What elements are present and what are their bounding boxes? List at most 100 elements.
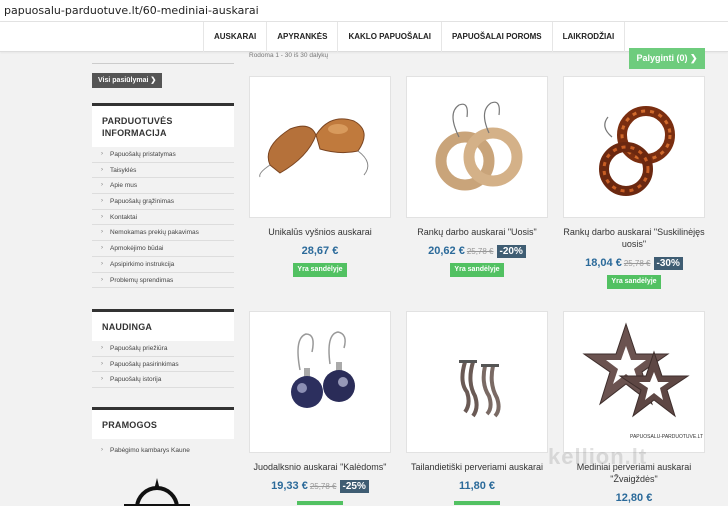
link-label: Papuošalų pasirinkimas (110, 360, 179, 368)
sidebar-fun-block: PRAMOGOS › Pabėgimo kambarys Kaune (92, 407, 234, 459)
link-label: Kontaktai (110, 213, 138, 221)
sidebar-link[interactable]: › Papuošalų pristatymas (92, 147, 234, 163)
top-navigation: AUSKARAI APYRANKĖS KAKLO PAPUOŠALAI PAPU… (0, 22, 728, 52)
link-label: Apmokėjimo būdai (110, 245, 164, 253)
chevron-right-icon: › (101, 182, 103, 189)
thai-horn-earrings-image (459, 360, 501, 418)
product-price: 18,04 € (585, 257, 622, 269)
chevron-right-icon: › (101, 260, 103, 267)
sidebar-useful-block: NAUDINGA › Papuošalų priežiūra › Papuošalų… (92, 309, 234, 389)
sidebar-link[interactable]: › Papuošalų grąžinimas (92, 194, 234, 210)
chevron-right-icon: › (101, 198, 103, 205)
product-image[interactable] (406, 76, 548, 218)
product-card[interactable]: Rankų darbo auskarai "Suskilinėjęs uosis… (563, 76, 705, 289)
product-price: 12,80 € (615, 492, 653, 504)
in-stock-badge: Yra sandėlyje (293, 263, 347, 277)
old-price: 25,78 € (309, 482, 337, 491)
useful-title: NAUDINGA (92, 309, 234, 341)
glass-bead-earrings-image (291, 331, 355, 408)
sidebar-link[interactable]: › Taisyklės (92, 163, 234, 179)
sidebar-link[interactable]: › Problemų sprendimas (92, 273, 234, 289)
chevron-right-icon: › (101, 245, 103, 252)
nav-item-poroms[interactable]: PAPUOŠALAI POROMS (441, 22, 552, 52)
in-stock-badge: Yra sandėlyje (450, 263, 504, 277)
link-label: Papuošalų priežiūra (110, 345, 168, 352)
discount-badge: -20% (496, 245, 526, 258)
link-label: Apie mus (110, 182, 138, 190)
nav-item-kaklo[interactable]: KAKLO PAPUOŠALAI (337, 22, 441, 52)
url-text[interactable]: papuosalu-parduotuve.lt/60-mediniai-ausk… (4, 4, 259, 17)
image-caption: PAPUOSALU-PARDUOTUVE.LT (630, 434, 703, 440)
chevron-right-icon: › (101, 447, 103, 453)
old-price: 25,78 € (623, 259, 651, 268)
product-card[interactable]: Juodalksnio auskarai "Kalėdoms" 19,33 €2… (249, 311, 391, 505)
product-image[interactable] (563, 76, 705, 218)
sidebar-info-block: PARDUOTUVĖS INFORMACIJA › Papuošalų prist… (92, 103, 234, 289)
sidebar-link[interactable]: › Apmokėjimo būdai (92, 241, 234, 257)
product-price: 20,62 € (428, 245, 465, 257)
cracked-ash-earrings-image (599, 106, 675, 196)
nav-item-auskarai[interactable]: AUSKARAI (203, 22, 266, 52)
link-label: Apsipirkimo instrukcija (110, 260, 175, 268)
all-offers-label: Visi pasiūlymai (98, 77, 149, 84)
link-label: Pabėgimo kambarys Kaune (110, 447, 190, 454)
info-title: PARDUOTUVĖS INFORMACIJA (92, 103, 234, 147)
wooden-earrings-image (259, 118, 369, 178)
sidebar-link[interactable]: › Apie mus (92, 178, 234, 195)
compare-button[interactable]: Palyginti (0) ❯ (629, 48, 705, 69)
product-name[interactable]: Unikalūs vyšnios auskarai (249, 226, 391, 238)
all-offers-button[interactable]: Visi pasiūlymai ❯ (92, 73, 163, 88)
product-card[interactable]: Unikalūs vyšnios auskarai 28,67 € Yra sa… (249, 76, 391, 277)
sidebar-link[interactable]: › Apsipirkimo instrukcija (92, 257, 234, 273)
product-image[interactable] (249, 76, 391, 218)
chevron-right-icon: › (101, 345, 103, 351)
product-card[interactable]: Tailandietiški perveriami auskarai 11,80… (406, 311, 548, 505)
compare-label: Palyginti (0) (636, 53, 688, 63)
link-label: Taisyklės (110, 166, 137, 174)
product-name[interactable]: Tailandietiški perveriami auskarai (406, 461, 548, 473)
sidebar-link[interactable]: › Nemokamas prekių pakavimas (92, 225, 234, 242)
chevron-right-icon: › (101, 360, 103, 367)
compass-emblem-icon (124, 478, 190, 506)
link-label: Papuošalų istorija (110, 376, 162, 384)
sidebar-link[interactable]: › Kontaktai (92, 210, 234, 226)
nav-item-apyrankes[interactable]: APYRANKĖS (266, 22, 337, 52)
in-stock-badge-partial (454, 501, 500, 505)
product-name[interactable]: Rankų darbo auskarai "Suskilinėjęs uosis… (563, 226, 705, 250)
product-price: 11,80 € (458, 480, 496, 492)
discount-badge: -25% (339, 480, 369, 493)
fun-title: PRAMOGOS (92, 407, 234, 439)
product-card[interactable]: PAPUOSALU-PARDUOTUVE.LT Mediniai perveri… (563, 311, 705, 504)
product-image[interactable] (249, 311, 391, 453)
link-label: Problemų sprendimas (110, 276, 174, 284)
sidebar-link[interactable]: › Papuošalų istorija (92, 372, 234, 389)
product-name[interactable]: Juodalksnio auskarai "Kalėdoms" (249, 461, 391, 473)
product-price: 28,67 € (301, 245, 339, 257)
link-label: Papuošalų grąžinimas (110, 198, 174, 206)
old-price: 25,78 € (466, 247, 494, 256)
address-bar[interactable]: papuosalu-parduotuve.lt/60-mediniai-ausk… (0, 0, 728, 22)
chevron-right-icon: › (101, 213, 103, 220)
product-image[interactable] (406, 311, 548, 453)
product-card[interactable]: Rankų darbo auskarai "Uosis" 20,62 €25,7… (406, 76, 548, 277)
link-label: Nemokamas prekių pakavimas (110, 229, 199, 237)
chevron-right-icon: › (101, 376, 103, 383)
nav-item-laikrodziai[interactable]: LAIKRODŽIAI (551, 22, 626, 52)
product-price: 19,33 € (271, 480, 308, 492)
sidebar-link[interactable]: › Papuošalų pasirinkimas (92, 357, 234, 373)
sidebar-link[interactable]: › Papuošalų priežiūra (92, 341, 234, 357)
chevron-right-icon: › (101, 166, 103, 173)
link-label: Papuošalų pristatymas (110, 151, 176, 158)
chevron-right-icon: › (101, 151, 103, 157)
discount-badge: -30% (653, 257, 683, 270)
product-count: Rodoma 1 - 30 iš 30 dalykų (249, 52, 329, 59)
in-stock-badge-partial (297, 501, 343, 505)
sidebar-link[interactable]: › Pabėgimo kambarys Kaune (92, 443, 234, 459)
watermark: kellion.lt (548, 444, 648, 469)
in-stock-badge: Yra sandėlyje (607, 275, 661, 289)
wooden-ring-earrings-image (435, 101, 523, 191)
chevron-right-icon: ❯ (150, 77, 157, 84)
product-name[interactable]: Rankų darbo auskarai "Uosis" (406, 226, 548, 238)
sidebar-divider (92, 63, 234, 64)
product-image[interactable]: PAPUOSALU-PARDUOTUVE.LT (563, 311, 705, 453)
